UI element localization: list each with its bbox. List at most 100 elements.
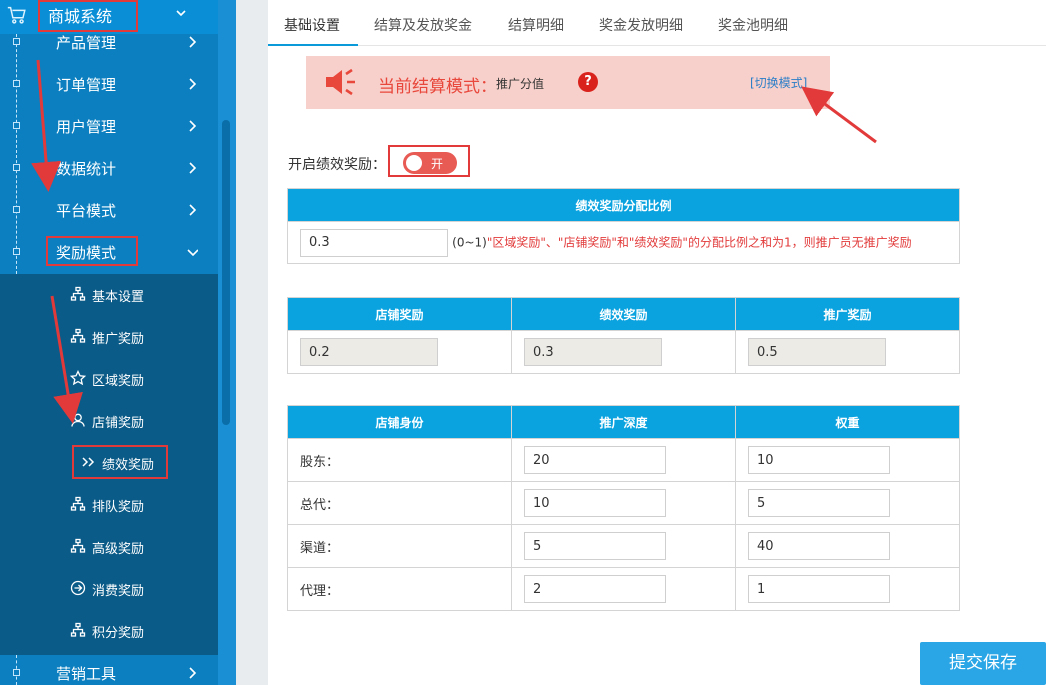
role-label: 渠道： bbox=[287, 524, 512, 568]
performance-ratio-field bbox=[524, 338, 662, 366]
depth-input[interactable] bbox=[524, 575, 666, 603]
sitemap-icon bbox=[70, 328, 86, 343]
chevron-right-icon bbox=[189, 204, 197, 216]
subitem-label: 高级奖励 bbox=[92, 542, 145, 557]
rank-header-depth: 推广深度 bbox=[511, 405, 736, 439]
ratio-table-header: 绩效奖励分配比例 bbox=[287, 188, 960, 222]
split-header-performance: 绩效奖励 bbox=[511, 297, 736, 331]
depth-input[interactable] bbox=[524, 532, 666, 560]
subitem-shop-reward[interactable]: 店铺奖励 bbox=[0, 400, 218, 442]
help-icon[interactable]: ? bbox=[578, 72, 598, 92]
annotation-box-reward-mode bbox=[46, 236, 138, 266]
role-label: 股东： bbox=[287, 438, 512, 482]
depth-input[interactable] bbox=[524, 489, 666, 517]
subitem-label: 店铺奖励 bbox=[92, 416, 145, 431]
annotation-box-performance bbox=[72, 445, 168, 479]
role-label: 总代： bbox=[287, 481, 512, 525]
weight-input[interactable] bbox=[748, 489, 890, 517]
nav-item-marketing-tools[interactable]: 营销工具 bbox=[0, 653, 218, 685]
main-content: 基础设置 结算及发放奖金 结算明细 奖金发放明细 奖金池明细 当前结算模式： 推… bbox=[268, 0, 1046, 685]
chevron-right-icon bbox=[189, 120, 197, 132]
nav-item-statistics[interactable]: 数据统计 bbox=[0, 148, 218, 190]
promotion-ratio-field bbox=[748, 338, 886, 366]
tab-settlement-detail[interactable]: 结算明细 bbox=[492, 0, 580, 46]
nav-item-orders[interactable]: 订单管理 bbox=[0, 64, 218, 106]
tree-node-icon bbox=[13, 164, 20, 171]
rank-header-role: 店铺身份 bbox=[287, 405, 512, 439]
ratio-table: 绩效奖励分配比例 (0~1)"区域奖励"、"店铺奖励"和"绩效奖励"的分配比例之… bbox=[287, 188, 960, 264]
tree-node-icon bbox=[13, 38, 20, 45]
weight-input[interactable] bbox=[748, 532, 890, 560]
nav-label: 产品管理 bbox=[56, 34, 117, 52]
role-label: 代理： bbox=[287, 567, 512, 611]
nav-label: 订单管理 bbox=[56, 76, 117, 94]
annotation-box-toggle bbox=[388, 145, 470, 177]
app-root: 商城系统 产品管理 订单管理 用户管理 数据统计 平台模式 奖励模式 基本设置 … bbox=[0, 0, 1046, 685]
table-row: 股东： bbox=[287, 438, 960, 482]
nav-label: 数据统计 bbox=[56, 160, 117, 178]
chevron-right-icon bbox=[189, 36, 197, 48]
nav-item-products[interactable]: 产品管理 bbox=[0, 22, 218, 64]
split-table: 店铺奖励 绩效奖励 推广奖励 bbox=[287, 297, 960, 374]
nav-label: 用户管理 bbox=[56, 118, 117, 136]
subitem-region-reward[interactable]: 区域奖励 bbox=[0, 358, 218, 400]
nav-label: 营销工具 bbox=[56, 665, 117, 683]
subitem-consumption-reward[interactable]: 消费奖励 bbox=[0, 568, 218, 610]
tab-bar: 基础设置 结算及发放奖金 结算明细 奖金发放明细 奖金池明细 bbox=[268, 0, 1046, 46]
tab-basic-settings[interactable]: 基础设置 bbox=[268, 0, 358, 46]
chevron-down-icon bbox=[187, 249, 198, 257]
subitem-label: 消费奖励 bbox=[92, 584, 145, 599]
nav-item-platform-mode[interactable]: 平台模式 bbox=[0, 190, 218, 232]
ratio-hint: (0~1)"区域奖励"、"店铺奖励"和"绩效奖励"的分配比例之和为1，则推广员无… bbox=[452, 235, 911, 249]
subitem-points-reward[interactable]: 积分奖励 bbox=[0, 610, 218, 652]
ratio-input[interactable] bbox=[300, 228, 448, 257]
switch-mode-link[interactable]: [切换模式] bbox=[750, 74, 807, 91]
tree-node-icon bbox=[13, 206, 20, 213]
sidebar: 商城系统 产品管理 订单管理 用户管理 数据统计 平台模式 奖励模式 基本设置 … bbox=[0, 0, 218, 685]
chevron-right-icon bbox=[189, 667, 197, 679]
notice-title: 当前结算模式： bbox=[378, 77, 497, 97]
nav-item-users[interactable]: 用户管理 bbox=[0, 106, 218, 148]
weight-input[interactable] bbox=[748, 575, 890, 603]
chevron-down-icon bbox=[176, 10, 186, 17]
subitem-label: 基本设置 bbox=[92, 290, 145, 305]
chevron-right-icon bbox=[189, 162, 197, 174]
tab-pool-detail[interactable]: 奖金池明细 bbox=[702, 0, 804, 46]
sitemap-icon bbox=[70, 496, 86, 511]
subitem-queue-reward[interactable]: 排队奖励 bbox=[0, 484, 218, 526]
depth-input[interactable] bbox=[524, 446, 666, 474]
subitem-label: 积分奖励 bbox=[92, 626, 145, 641]
nav-label: 平台模式 bbox=[56, 202, 117, 220]
table-row: 总代： bbox=[287, 481, 960, 525]
tab-settlement[interactable]: 结算及发放奖金 bbox=[358, 0, 488, 46]
chevron-right-icon bbox=[189, 78, 197, 90]
table-row: 代理： bbox=[287, 567, 960, 611]
star-icon bbox=[70, 370, 86, 386]
sidebar-scrollbar[interactable] bbox=[222, 120, 230, 425]
speaker-icon bbox=[326, 68, 355, 96]
user-icon bbox=[71, 413, 85, 427]
sitemap-icon bbox=[70, 622, 86, 637]
rank-header-weight: 权重 bbox=[735, 405, 960, 439]
tab-payout-detail[interactable]: 奖金发放明细 bbox=[583, 0, 699, 46]
tree-node-icon bbox=[13, 122, 20, 129]
subitem-label: 推广奖励 bbox=[92, 332, 145, 347]
subitem-advanced-reward[interactable]: 高级奖励 bbox=[0, 526, 218, 568]
subitem-promotion-reward[interactable]: 推广奖励 bbox=[0, 316, 218, 358]
split-header-promotion: 推广奖励 bbox=[735, 297, 960, 331]
notice-value: 推广分值 bbox=[496, 77, 545, 91]
weight-input[interactable] bbox=[748, 446, 890, 474]
ratio-hint-range: (0~1) bbox=[452, 235, 487, 249]
sitemap-icon bbox=[70, 538, 86, 553]
tree-node-icon bbox=[13, 248, 20, 255]
sitemap-icon bbox=[70, 286, 86, 301]
split-header-shop: 店铺奖励 bbox=[287, 297, 512, 331]
circle-arrow-icon bbox=[70, 580, 86, 596]
table-row: 渠道： bbox=[287, 524, 960, 568]
shop-ratio-field bbox=[300, 338, 438, 366]
submit-save-button[interactable]: 提交保存 bbox=[920, 642, 1046, 685]
subitem-basic-settings[interactable]: 基本设置 bbox=[0, 274, 218, 316]
tree-node-icon bbox=[13, 80, 20, 87]
tree-node-icon bbox=[13, 669, 20, 676]
toggle-label: 开启绩效奖励： bbox=[288, 157, 386, 173]
